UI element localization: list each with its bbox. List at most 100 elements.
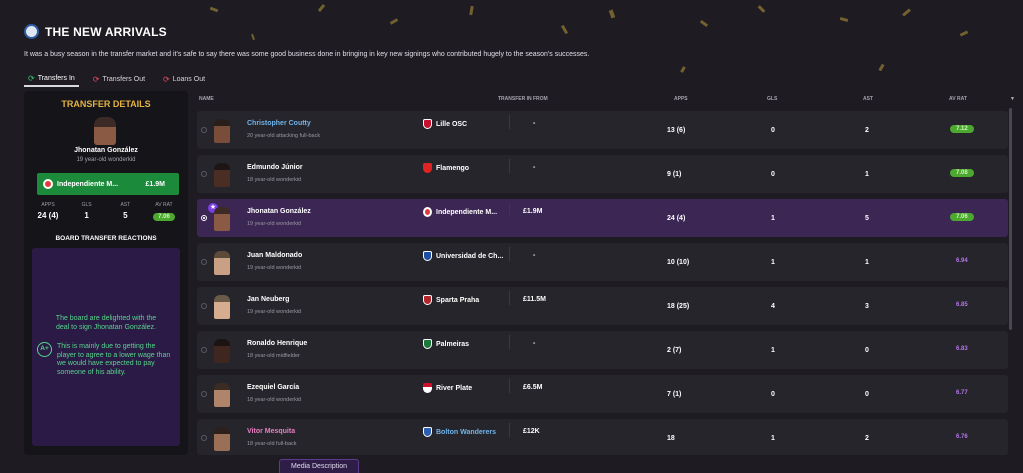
- club-badge-icon: [423, 163, 432, 173]
- stat-label: APPS: [41, 202, 55, 208]
- row-select-radio[interactable]: [201, 215, 207, 221]
- table-row-selected[interactable]: ★ Jhonatan González 19 year-old wonderki…: [197, 199, 1008, 237]
- player-description: 19 year-old wonderkid: [247, 221, 302, 227]
- transfer-fee: -: [533, 340, 536, 347]
- club-name[interactable]: Flamengo: [436, 165, 469, 172]
- player-portrait: [214, 427, 230, 451]
- player-portrait: [214, 163, 230, 187]
- col-ast[interactable]: AST: [863, 96, 873, 102]
- assists-value: 1: [865, 259, 869, 266]
- media-description-button[interactable]: Media Description: [279, 459, 359, 473]
- apps-value: 13 (6): [667, 127, 686, 134]
- club-name[interactable]: Bolton Wanderers: [436, 429, 496, 436]
- table-row[interactable]: Vitor Mesquita 18 year-old full-back Bol…: [197, 419, 1008, 455]
- divider: [509, 379, 510, 393]
- club-badge-icon: [423, 383, 432, 393]
- reaction-summary: The board are delighted with the deal to…: [55, 315, 157, 331]
- tab-label: Loans Out: [172, 75, 206, 83]
- table-row[interactable]: Christopher Coutty 20 year-old attacking…: [197, 111, 1008, 149]
- col-avrat[interactable]: AV RAT: [949, 96, 967, 102]
- club-name[interactable]: Universidad de Ch...: [436, 253, 503, 260]
- player-portrait: [214, 119, 230, 143]
- scrollbar[interactable]: [1009, 108, 1012, 330]
- row-select-radio[interactable]: [201, 127, 207, 133]
- player-name[interactable]: Jhonatan González: [247, 208, 311, 215]
- divider: [509, 159, 510, 173]
- tab-transfers-in[interactable]: ⟳ Transfers In: [24, 71, 79, 87]
- player-portrait: [214, 207, 230, 231]
- transfer-fee: -: [533, 252, 536, 259]
- club-badge-icon: [423, 427, 432, 437]
- page-title: THE NEW ARRIVALS: [45, 24, 167, 39]
- board-reactions-title: BOARD TRANSFER REACTIONS: [55, 235, 157, 242]
- table-row[interactable]: Ezequiel García 18 year-old wonderkid Ri…: [197, 375, 1008, 413]
- apps-value: 7 (1): [667, 391, 682, 398]
- player-name[interactable]: Jan Neuberg: [247, 296, 289, 303]
- row-select-radio[interactable]: [201, 303, 207, 309]
- club-badge-icon: [423, 119, 432, 129]
- table-row[interactable]: Jan Neuberg 19 year-old wonderkid Sparta…: [197, 287, 1008, 325]
- player-name[interactable]: Christopher Coutty: [247, 120, 311, 127]
- row-select-radio[interactable]: [201, 391, 207, 397]
- goals-value: 1: [771, 347, 775, 354]
- row-select-radio[interactable]: [201, 347, 207, 353]
- goals-value: 1: [771, 259, 775, 266]
- club-banner[interactable]: Independiente M... £1.9M: [37, 173, 179, 195]
- col-name[interactable]: NAME: [199, 96, 214, 102]
- table-row[interactable]: Edmundo Júnior 18 year-old wonderkid Fla…: [197, 155, 1008, 193]
- club-badge-icon: [423, 251, 432, 261]
- transfer-out-icon: ⟳: [92, 74, 100, 84]
- table-row[interactable]: Ronaldo Henrique 18 year-old midfielder …: [197, 331, 1008, 369]
- rating-pill: 7.06: [153, 213, 175, 221]
- row-select-radio[interactable]: [201, 259, 207, 265]
- transfer-fee: £12K: [523, 428, 540, 435]
- grade-badge: A+: [37, 342, 52, 357]
- club-crest-icon: [24, 24, 39, 39]
- transfer-in-icon: ⟳: [28, 73, 35, 83]
- transfer-fee: £6.5M: [523, 384, 543, 391]
- assists-value: 3: [865, 303, 869, 310]
- rating-value: 6.77: [956, 390, 968, 396]
- transfer-fee: -: [533, 120, 536, 127]
- player-name[interactable]: Jhonatan González: [24, 147, 188, 154]
- club-name[interactable]: Independiente M...: [436, 209, 497, 216]
- row-select-radio[interactable]: [201, 171, 207, 177]
- tab-label: Transfers In: [37, 74, 75, 82]
- apps-value: 2 (7): [667, 347, 682, 354]
- divider: [509, 247, 510, 261]
- divider: [509, 335, 510, 349]
- stat-label: AST: [120, 202, 131, 208]
- player-name[interactable]: Ezequiel García: [247, 384, 299, 391]
- transfer-fee: £1.9M: [145, 180, 165, 188]
- sort-desc-icon[interactable]: ▼: [1010, 96, 1015, 102]
- divider: [509, 115, 510, 129]
- col-transfer-from[interactable]: TRANSFER IN FROM: [498, 96, 548, 102]
- player-name[interactable]: Ronaldo Henrique: [247, 340, 307, 347]
- player-description: 18 year-old full-back: [247, 441, 297, 447]
- tab-loans-out[interactable]: ⟳ Loans Out: [159, 71, 209, 87]
- intro-text: It was a busy season in the transfer mar…: [24, 51, 590, 58]
- club-name[interactable]: Palmeiras: [436, 341, 469, 348]
- club-name[interactable]: River Plate: [436, 385, 472, 392]
- player-name[interactable]: Vitor Mesquita: [247, 428, 295, 435]
- stat-avrat: AV RAT 7.06: [150, 202, 178, 221]
- player-name[interactable]: Juan Maldonado: [247, 252, 302, 259]
- stat-label: GLS: [81, 202, 92, 208]
- player-description: 18 year-old wonderkid: [247, 397, 302, 403]
- tab-bar: ⟳ Transfers In ⟳ Transfers Out ⟳ Loans O…: [24, 71, 209, 87]
- table-row[interactable]: Juan Maldonado 19 year-old wonderkid Uni…: [197, 243, 1008, 281]
- stat-ast: AST 5: [111, 202, 139, 221]
- player-name[interactable]: Edmundo Júnior: [247, 164, 303, 171]
- player-portrait: [214, 383, 230, 407]
- col-gls[interactable]: GLS: [767, 96, 777, 102]
- row-select-radio[interactable]: [201, 435, 207, 441]
- club-name[interactable]: Lille OSC: [436, 121, 467, 128]
- page-header: THE NEW ARRIVALS: [24, 24, 167, 39]
- tab-transfers-out[interactable]: ⟳ Transfers Out: [89, 71, 149, 87]
- stat-label: AV RAT: [155, 202, 173, 208]
- club-name[interactable]: Sparta Praha: [436, 297, 479, 304]
- apps-value: 18 (25): [667, 303, 690, 310]
- rating-pill: 7.08: [950, 169, 974, 177]
- col-apps[interactable]: APPS: [674, 96, 688, 102]
- reaction-detail: This is mainly due to getting the player…: [57, 343, 171, 376]
